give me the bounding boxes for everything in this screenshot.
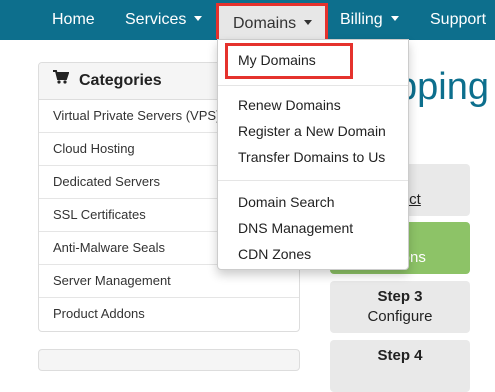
menu-item-renew-domains[interactable]: Renew Domains (238, 97, 341, 113)
nav-domains[interactable]: Domains (216, 3, 328, 39)
step-number: Step 4 (377, 347, 423, 364)
nav-billing[interactable]: Billing (340, 0, 399, 40)
step-number: Step 3 (377, 288, 423, 305)
categories-title: Categories (79, 72, 162, 90)
menu-item-my-domains[interactable]: My Domains (238, 52, 316, 68)
menu-divider (218, 180, 408, 181)
nav-support[interactable]: Support (430, 0, 486, 40)
domains-dropdown-menu: My Domains Renew Domains Register a New … (217, 39, 409, 270)
menu-item-register-domain[interactable]: Register a New Domain (238, 123, 386, 139)
step-label: Configure (367, 308, 433, 325)
menu-divider (218, 85, 408, 86)
step-3: Step 3 Configure (330, 281, 470, 333)
shopping-cart-icon (53, 63, 70, 98)
menu-item-dns-management[interactable]: DNS Management (238, 220, 353, 236)
menu-item-cdn-zones[interactable]: CDN Zones (238, 246, 311, 262)
nav-billing-label: Billing (340, 11, 383, 28)
step-4: Step 4 (330, 340, 470, 392)
nav-services[interactable]: Services (125, 0, 203, 40)
chevron-down-icon (304, 20, 313, 26)
secondary-panel (38, 349, 300, 371)
page-title: pping (396, 66, 489, 108)
nav-services-label: Services (125, 11, 187, 28)
category-item-product-addons[interactable]: Product Addons (39, 298, 299, 330)
menu-item-transfer-domains[interactable]: Transfer Domains to Us (238, 149, 385, 165)
nav-home[interactable]: Home (52, 0, 95, 40)
nav-domains-label: Domains (233, 15, 297, 32)
menu-item-domain-search[interactable]: Domain Search (238, 194, 335, 210)
chevron-down-icon (194, 16, 203, 22)
chevron-down-icon (390, 16, 399, 22)
